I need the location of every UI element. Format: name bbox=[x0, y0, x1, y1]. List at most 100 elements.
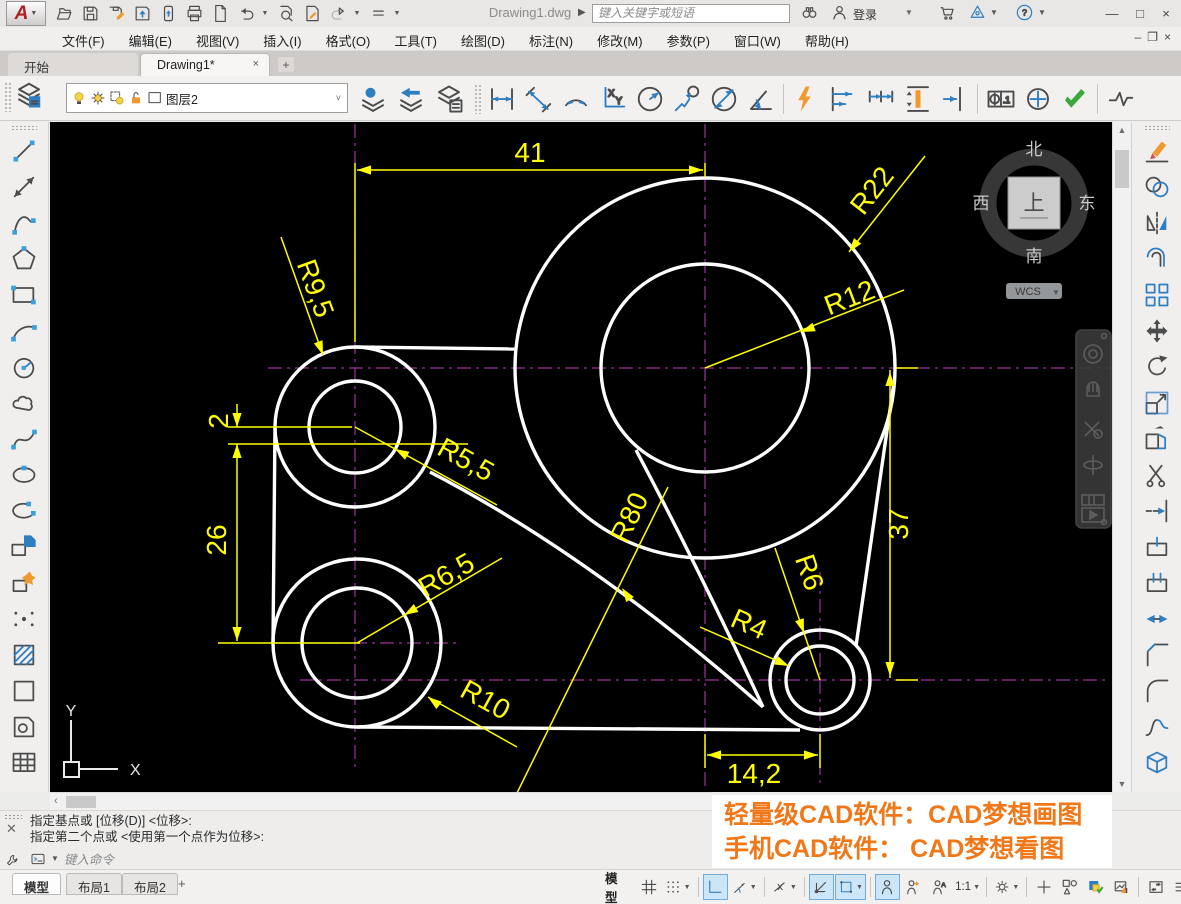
command-dropdown-icon[interactable]: ▼ bbox=[51, 854, 59, 863]
scroll-left-icon[interactable]: ‹ bbox=[54, 795, 58, 807]
trim-button[interactable] bbox=[1132, 457, 1181, 493]
viewcube-north[interactable]: 北 bbox=[1026, 140, 1043, 159]
make-object-layer-current-button[interactable] bbox=[356, 82, 390, 116]
create-block-button[interactable] bbox=[0, 565, 48, 601]
hatch-button[interactable] bbox=[0, 637, 48, 673]
status-fullscreen-toggle[interactable] bbox=[1143, 874, 1168, 900]
a360-dropdown-icon[interactable]: ▼ bbox=[990, 8, 998, 17]
blend-curves-button[interactable] bbox=[1132, 709, 1181, 745]
command-input[interactable]: 键入命令 bbox=[64, 849, 114, 868]
viewcube-top-face[interactable]: 上 bbox=[1024, 192, 1045, 215]
spline-button[interactable] bbox=[0, 421, 48, 457]
menu-edit[interactable]: 编辑(E) bbox=[117, 27, 184, 54]
circle-button[interactable] bbox=[0, 349, 48, 385]
dim-continue-button[interactable] bbox=[863, 80, 898, 118]
status-annot-all-toggle[interactable]: A bbox=[927, 874, 952, 900]
dim-jog-line-button[interactable] bbox=[1103, 80, 1138, 118]
status-isodraft-toggle[interactable]: ▼ bbox=[769, 874, 800, 900]
menu-dimension[interactable]: 标注(N) bbox=[517, 27, 585, 54]
dim-angular-button[interactable] bbox=[743, 80, 778, 118]
login-button[interactable]: 登录 bbox=[853, 6, 877, 23]
login-dropdown-icon[interactable]: ▼ bbox=[905, 8, 913, 17]
status-isolate-toggle[interactable] bbox=[1057, 874, 1082, 900]
break-button[interactable] bbox=[1132, 565, 1181, 601]
layout-tab-layout2[interactable]: 布局2 bbox=[122, 873, 178, 895]
scroll-down-icon[interactable]: ▼ bbox=[1113, 779, 1131, 789]
erase-button[interactable] bbox=[1132, 133, 1181, 169]
export-button[interactable] bbox=[130, 2, 154, 24]
viewcube[interactable]: 上 北 南 西 东 WCS ▼ bbox=[973, 140, 1096, 299]
status-ortho-toggle[interactable] bbox=[703, 874, 728, 900]
wcs-label[interactable]: WCS bbox=[1015, 286, 1041, 298]
status-snap-toggle[interactable]: ▼ bbox=[662, 874, 693, 900]
a360-icon[interactable] bbox=[968, 3, 987, 25]
markup-button[interactable] bbox=[300, 2, 324, 24]
rotate-button[interactable] bbox=[1132, 349, 1181, 385]
help-icon[interactable]: ? bbox=[1015, 3, 1034, 25]
minimize-button[interactable]: — bbox=[1099, 2, 1125, 24]
save-button[interactable] bbox=[78, 2, 102, 24]
status-menu-toggle[interactable] bbox=[1169, 874, 1181, 900]
stretch-button[interactable] bbox=[1132, 421, 1181, 457]
status-scale-toggle[interactable]: 1:1▼ bbox=[953, 874, 982, 900]
menu-window[interactable]: 窗口(W) bbox=[722, 27, 793, 54]
layout-tab-layout1[interactable]: 布局1 bbox=[66, 873, 122, 895]
status-otrack-toggle[interactable] bbox=[809, 874, 834, 900]
scale-button[interactable] bbox=[1132, 385, 1181, 421]
point-button[interactable] bbox=[0, 601, 48, 637]
menu-view[interactable]: 视图(V) bbox=[184, 27, 251, 54]
layer-previous-button[interactable] bbox=[394, 82, 428, 116]
command-input-row[interactable]: ▼ 键入命令 bbox=[30, 849, 114, 868]
mirror-button[interactable] bbox=[1132, 205, 1181, 241]
ellipse-button[interactable] bbox=[0, 457, 48, 493]
toolbar-grip[interactable] bbox=[11, 125, 37, 131]
horizontal-scroll-thumb[interactable] bbox=[66, 796, 96, 808]
drawing-canvas[interactable]: 41 R22 R12 R9,5 R5,5 R6,5 R80 R6 R4 R10 … bbox=[50, 122, 1112, 792]
menu-draw[interactable]: 绘图(D) bbox=[449, 27, 517, 54]
toolbar-grip[interactable] bbox=[4, 82, 12, 112]
viewcube-west[interactable]: 西 bbox=[973, 194, 990, 213]
preview-button[interactable] bbox=[274, 2, 298, 24]
extend-button[interactable] bbox=[1132, 493, 1181, 529]
ellipse-arc-button[interactable] bbox=[0, 493, 48, 529]
menu-file[interactable]: 文件(F) bbox=[50, 27, 117, 54]
rectangle-button[interactable] bbox=[0, 277, 48, 313]
polyline-button[interactable] bbox=[0, 205, 48, 241]
dim-linear-button[interactable] bbox=[484, 80, 519, 118]
break-at-point-button[interactable] bbox=[1132, 529, 1181, 565]
new-drawing-button[interactable] bbox=[208, 2, 232, 24]
status-settings-toggle[interactable]: ▼ bbox=[991, 874, 1022, 900]
menu-modify[interactable]: 修改(M) bbox=[585, 27, 655, 54]
dim-center-mark-button[interactable] bbox=[1020, 80, 1055, 118]
vertical-scroll-thumb[interactable] bbox=[1115, 150, 1129, 188]
dim-spacing-button[interactable] bbox=[900, 80, 935, 118]
dim-tolerance-button[interactable]: .1 bbox=[983, 80, 1018, 118]
viewcube-east[interactable]: 东 bbox=[1079, 194, 1096, 213]
new-tab-button[interactable]: + bbox=[278, 57, 294, 72]
status-polar-toggle[interactable]: ▼ bbox=[729, 874, 760, 900]
status-tray-plus-toggle[interactable] bbox=[1031, 874, 1056, 900]
save-as-button[interactable] bbox=[104, 2, 128, 24]
close-button[interactable]: × bbox=[1153, 2, 1179, 24]
status-osnap-toggle[interactable]: ▼ bbox=[835, 874, 866, 900]
undo-dropdown-icon[interactable]: ▼ bbox=[260, 2, 270, 24]
layer-dropdown[interactable]: 图层2 ˅ bbox=[66, 83, 348, 113]
arc-button[interactable] bbox=[0, 313, 48, 349]
revision-cloud-button[interactable] bbox=[0, 385, 48, 421]
offset-button[interactable] bbox=[1132, 241, 1181, 277]
document-window-controls[interactable]: –❐× bbox=[1135, 30, 1177, 44]
command-close-icon[interactable]: ✕ bbox=[6, 821, 17, 837]
redo-dropdown-icon[interactable]: ▼ bbox=[352, 2, 362, 24]
vertical-scrollbar[interactable]: ▲ ▼ bbox=[1112, 122, 1131, 792]
app-logo[interactable]: A▼ bbox=[6, 1, 46, 26]
dim-quick-button[interactable] bbox=[789, 80, 824, 118]
help-search-input[interactable]: 键入关键字或短语 bbox=[592, 4, 790, 23]
layer-panel-button[interactable] bbox=[14, 80, 44, 113]
array-button[interactable] bbox=[1132, 277, 1181, 313]
status-hw-accel-toggle[interactable] bbox=[1083, 874, 1108, 900]
store-cart-icon[interactable] bbox=[938, 3, 957, 25]
join-button[interactable] bbox=[1132, 601, 1181, 637]
region-button[interactable] bbox=[0, 709, 48, 745]
tab-start[interactable]: 开始 bbox=[8, 53, 138, 76]
layer-dropdown-arrow-icon[interactable]: ˅ bbox=[336, 93, 341, 103]
